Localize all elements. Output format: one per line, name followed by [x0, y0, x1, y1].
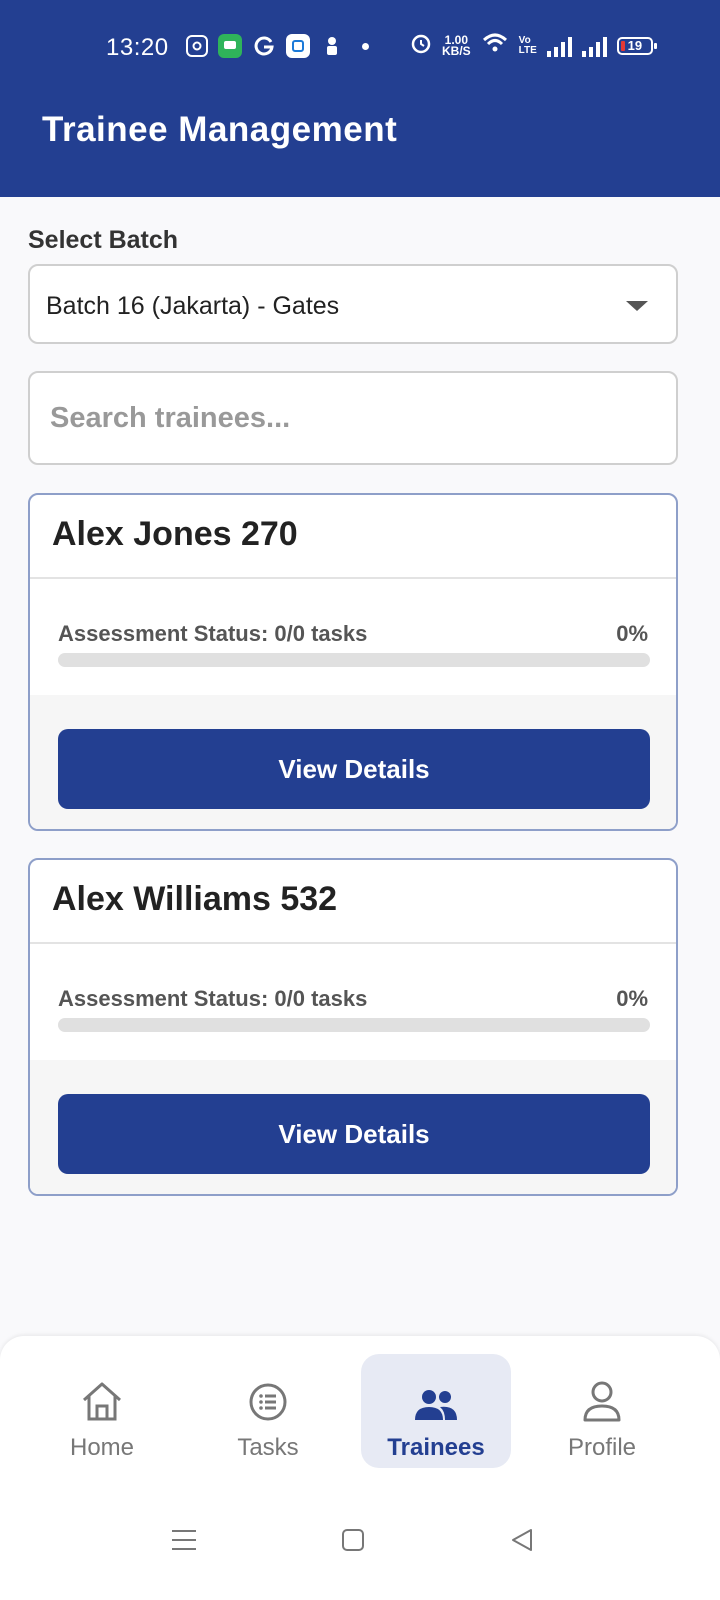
- net-speed: 1.00 KB/S: [442, 34, 471, 58]
- batch-dropdown[interactable]: Batch 16 (Jakarta) - Gates: [28, 264, 678, 344]
- card-divider: [30, 577, 676, 579]
- nav-item-home[interactable]: Home: [27, 1354, 177, 1468]
- nav-label: Tasks: [237, 1434, 299, 1461]
- progress-bar: [58, 653, 650, 667]
- card-divider: [30, 942, 676, 944]
- nav-label: Trainees: [387, 1434, 485, 1461]
- app-header: 13:20 1.00 KB/S Vo LTE 19 Trainee Manage…: [0, 0, 720, 197]
- search-input[interactable]: [50, 373, 660, 463]
- messages-icon: [218, 34, 242, 58]
- signal-icon: [546, 35, 572, 57]
- view-details-button[interactable]: View Details: [58, 729, 650, 809]
- bottom-nav: Home Tasks Trainees Profile: [0, 1336, 720, 1506]
- assessment-status: Assessment Status: 0/0 tasks: [58, 621, 368, 646]
- people-icon: [414, 1366, 458, 1422]
- notification-icon: [320, 34, 344, 58]
- view-details-button[interactable]: View Details: [58, 1094, 650, 1174]
- search-box: [28, 371, 678, 465]
- trainee-card: Alex Jones 270 Assessment Status: 0/0 ta…: [28, 493, 678, 831]
- alarm-icon: [410, 32, 432, 60]
- volte-icon: Vo LTE: [519, 36, 537, 56]
- dot-icon: [362, 42, 369, 50]
- trainee-card: Alex Williams 532 Assessment Status: 0/0…: [28, 858, 678, 1196]
- person-icon: [582, 1366, 622, 1422]
- list-icon: [248, 1366, 288, 1422]
- home-icon: [80, 1366, 124, 1422]
- assessment-percent: 0%: [616, 986, 648, 1011]
- status-time: 13:20: [106, 34, 169, 61]
- back-icon[interactable]: [502, 1520, 542, 1560]
- progress-bar: [58, 1018, 650, 1032]
- nav-item-profile[interactable]: Profile: [527, 1354, 677, 1468]
- system-icons: 1.00 KB/S Vo LTE 19: [410, 32, 657, 60]
- status-bar: 13:20 1.00 KB/S Vo LTE 19: [0, 30, 720, 64]
- assessment-percent: 0%: [616, 621, 648, 646]
- volte-bottom: LTE: [518, 45, 537, 56]
- batch-select-label: Select Batch: [28, 226, 179, 254]
- notification-icons: [186, 34, 369, 58]
- square-icon[interactable]: [333, 1520, 373, 1560]
- page-title: Trainee Management: [42, 110, 398, 149]
- batch-selected-value: Batch 16 (Jakarta) - Gates: [46, 292, 340, 320]
- trainee-name: Alex Jones 270: [52, 515, 298, 553]
- chevron-down-icon: [626, 301, 648, 311]
- nav-item-trainees[interactable]: Trainees: [361, 1354, 511, 1468]
- nav-label: Profile: [567, 1434, 637, 1461]
- battery-level: 19: [627, 38, 643, 53]
- battery-icon: 19: [616, 37, 657, 55]
- wifi-icon: [481, 32, 509, 60]
- assessment-status: Assessment Status: 0/0 tasks: [58, 986, 368, 1011]
- trainee-name: Alex Williams 532: [52, 880, 338, 918]
- net-speed-unit: KB/S: [442, 44, 471, 58]
- system-nav-bar: [0, 1506, 720, 1600]
- app-icon: [286, 34, 310, 58]
- instagram-icon: [186, 35, 208, 57]
- menu-icon[interactable]: [164, 1520, 204, 1560]
- signal-icon: [581, 35, 607, 57]
- g-icon: [252, 34, 276, 58]
- nav-item-tasks[interactable]: Tasks: [193, 1354, 343, 1468]
- nav-label: Home: [69, 1434, 135, 1461]
